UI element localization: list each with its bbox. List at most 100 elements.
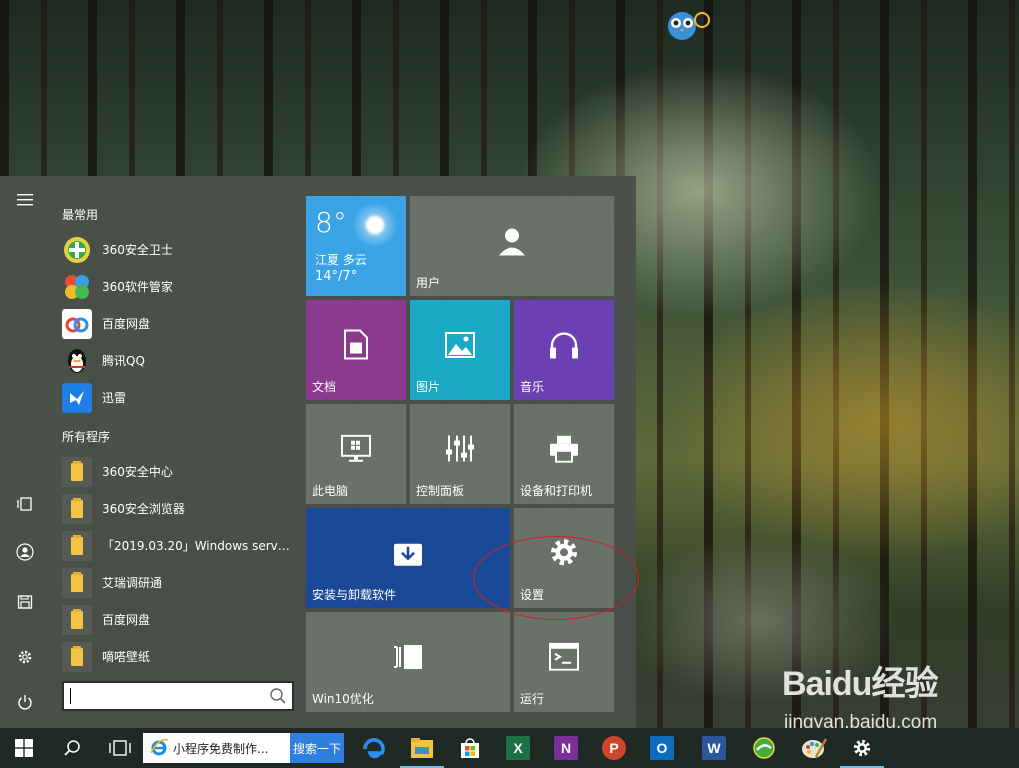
- run-command-icon: [549, 642, 579, 674]
- ie-icon: [149, 737, 169, 760]
- gear-icon: [18, 650, 32, 664]
- taskbar-search-submit[interactable]: 搜索一下: [290, 733, 344, 763]
- tile-user[interactable]: 用户: [410, 196, 614, 296]
- app-folder-baidu-netdisk[interactable]: 百度网盘: [62, 601, 297, 638]
- power-button[interactable]: [9, 686, 41, 718]
- search-icon: [64, 740, 80, 756]
- edge-icon: [363, 738, 385, 759]
- documents-rail-button[interactable]: [9, 586, 41, 618]
- taskbar-paint[interactable]: [790, 728, 838, 768]
- app-xunlei[interactable]: 迅雷: [62, 379, 297, 416]
- tile-label: 运行: [520, 692, 545, 706]
- tile-run[interactable]: 运行: [514, 612, 614, 712]
- folder-icon: [62, 530, 92, 561]
- taskbar: 小程序免费制作... 搜索一下 X N P O W: [0, 728, 1019, 768]
- hamburger-menu-button[interactable]: [9, 184, 41, 216]
- app-label: 360软件管家: [102, 280, 173, 294]
- printer-icon: [549, 435, 579, 466]
- tile-settings[interactable]: 设置: [514, 508, 614, 608]
- task-view-rail-button[interactable]: [9, 488, 41, 520]
- most-used-header: 最常用: [62, 208, 99, 222]
- start-button[interactable]: [0, 728, 48, 768]
- folder-icon: [62, 567, 92, 598]
- app-folder-dida-wallpaper[interactable]: 嘀嗒壁纸: [62, 638, 297, 675]
- app-360-safeguard[interactable]: 360安全卫士: [62, 231, 297, 268]
- powerpoint-icon: P: [602, 736, 626, 760]
- sun-icon: [352, 202, 398, 248]
- tile-music[interactable]: 音乐: [514, 300, 614, 400]
- baidu-netdisk-icon: [62, 308, 92, 339]
- tile-uninstall-software[interactable]: 安装与卸载软件: [306, 508, 510, 608]
- app-label: 360安全卫士: [102, 243, 173, 257]
- app-label: 迅雷: [102, 391, 127, 405]
- text-caret: [70, 688, 71, 704]
- tile-documents[interactable]: 文档: [306, 300, 406, 400]
- taskbar-360-browser[interactable]: [740, 728, 788, 768]
- taskbar-search-text[interactable]: 小程序免费制作...: [173, 740, 283, 757]
- outlook-icon: O: [650, 736, 674, 760]
- taskbar-store[interactable]: [446, 728, 494, 768]
- optimize-panel-icon: [393, 644, 423, 673]
- tile-pictures[interactable]: 图片: [410, 300, 510, 400]
- app-folder-windows-server[interactable]: 「2019.03.20」Windows server...: [62, 527, 297, 564]
- user-icon: [497, 226, 527, 259]
- excel-icon: X: [506, 736, 530, 760]
- headphones-icon: [548, 330, 580, 363]
- monitor-icon: [341, 434, 371, 466]
- save-drive-icon: [17, 595, 33, 609]
- tile-devices-printers[interactable]: 设备和打印机: [514, 404, 614, 504]
- taskbar-word[interactable]: W: [690, 728, 738, 768]
- tile-label: 用户: [416, 276, 441, 290]
- store-icon: [461, 738, 479, 758]
- app-list: 最常用 360安全卫士 360软件管家 百度网盘 腾讯QQ 迅雷 所有程序 36…: [50, 176, 300, 728]
- task-view-button[interactable]: [96, 728, 144, 768]
- app-360-software-manager[interactable]: 360软件管家: [62, 268, 297, 305]
- tile-label: Win10优化: [312, 692, 374, 706]
- 360-safeguard-icon: [62, 235, 92, 265]
- taskbar-powerpoint[interactable]: P: [590, 728, 638, 768]
- taskbar-search-button[interactable]: [48, 728, 96, 768]
- search-icon[interactable]: [269, 687, 287, 708]
- taskbar-outlook[interactable]: O: [638, 728, 686, 768]
- app-folder-360-security-center[interactable]: 360安全中心: [62, 453, 297, 490]
- app-folder-airui-survey[interactable]: 艾瑞调研通: [62, 564, 297, 601]
- tile-win10-optimize[interactable]: Win10优化: [306, 612, 510, 712]
- app-label: 百度网盘: [102, 613, 151, 627]
- owl-mascot-icon: [666, 8, 712, 42]
- app-baidu-netdisk[interactable]: 百度网盘: [62, 305, 297, 342]
- task-view-icon: [17, 497, 32, 511]
- app-label: 360安全中心: [102, 465, 173, 479]
- word-icon: W: [702, 736, 726, 760]
- picture-icon: [445, 332, 475, 361]
- tile-label: 设备和打印机: [520, 484, 593, 498]
- tile-weather[interactable]: 8° 江夏 多云 14°/7°: [306, 196, 406, 296]
- tile-label: 安装与卸载软件: [312, 588, 397, 602]
- taskbar-file-explorer[interactable]: [398, 728, 446, 768]
- app-label: 百度网盘: [102, 317, 151, 331]
- weather-range: 14°/7°: [315, 269, 358, 284]
- taskbar-web-search[interactable]: 小程序免费制作... 搜索一下: [143, 733, 344, 763]
- 360-browser-icon: [753, 737, 775, 759]
- settings-rail-button[interactable]: [9, 641, 41, 673]
- start-rail: [0, 176, 50, 728]
- start-menu: 最常用 360安全卫士 360软件管家 百度网盘 腾讯QQ 迅雷 所有程序 36…: [0, 176, 636, 728]
- sliders-icon: [445, 434, 475, 467]
- start-search-input[interactable]: [62, 681, 294, 711]
- tile-control-panel[interactable]: 控制面板: [410, 404, 510, 504]
- account-button[interactable]: [9, 536, 41, 568]
- tile-label: 音乐: [520, 380, 545, 394]
- paint-icon: [802, 738, 827, 758]
- taskbar-settings[interactable]: [838, 728, 886, 768]
- app-tencent-qq[interactable]: 腾讯QQ: [62, 342, 297, 379]
- taskbar-edge[interactable]: [350, 728, 398, 768]
- taskbar-excel[interactable]: X: [494, 728, 542, 768]
- gear-icon: [548, 536, 580, 571]
- qq-penguin-icon: [62, 346, 92, 376]
- folder-icon: [62, 641, 92, 672]
- app-folder-360-browser[interactable]: 360安全浏览器: [62, 490, 297, 527]
- taskbar-onenote[interactable]: N: [542, 728, 590, 768]
- tile-this-pc[interactable]: 此电脑: [306, 404, 406, 504]
- install-box-icon: [393, 539, 423, 570]
- app-label: 腾讯QQ: [102, 354, 145, 368]
- app-label: 「2019.03.20」Windows server...: [102, 539, 294, 553]
